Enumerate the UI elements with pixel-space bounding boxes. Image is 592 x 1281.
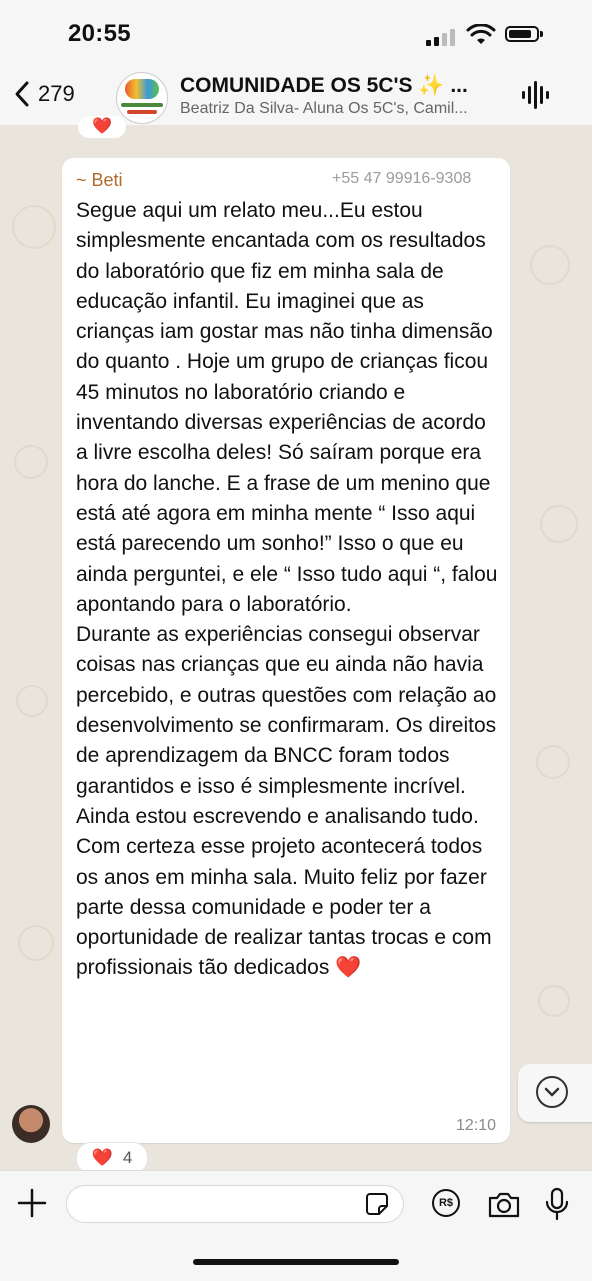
scroll-to-bottom-button[interactable]	[518, 1064, 592, 1122]
message-body: Segue aqui um relato meu...Eu estou simp…	[76, 199, 498, 980]
battery-icon	[505, 26, 543, 42]
group-title[interactable]: COMUNIDADE OS 5C'S ✨ ...	[180, 74, 500, 98]
unread-count: 279	[38, 81, 75, 106]
back-button[interactable]: 279	[14, 80, 75, 108]
status-bar: 20:55	[0, 0, 592, 66]
heart-reaction-icon: ❤️	[91, 1148, 113, 1167]
message-input[interactable]	[66, 1185, 404, 1223]
cellular-signal-icon	[426, 28, 458, 46]
home-indicator	[193, 1259, 399, 1265]
message-text: Segue aqui um relato meu...Eu estou simp…	[76, 196, 500, 984]
heart-emoji: ❤️	[335, 956, 362, 980]
status-time: 20:55	[68, 20, 131, 47]
composer-bar: R$	[0, 1170, 592, 1281]
plus-icon[interactable]	[16, 1187, 48, 1219]
heart-reaction-icon: ❤️	[92, 118, 112, 135]
back-chevron-icon	[15, 81, 29, 107]
message-time: 12:10	[455, 1117, 496, 1134]
previous-message-reaction[interactable]: ❤️	[78, 116, 126, 138]
reaction-count: 4	[122, 1148, 133, 1167]
payment-rs-icon[interactable]: R$	[432, 1189, 460, 1217]
message-bubble[interactable]: ~ Beti +55 47 99916-9308 Segue aqui um r…	[62, 158, 510, 1143]
wifi-icon	[466, 24, 496, 44]
group-members[interactable]: Beatriz Da Silva- Aluna Os 5C's, Camil..…	[180, 100, 500, 118]
sender-avatar[interactable]	[12, 1105, 50, 1143]
group-avatar[interactable]	[116, 72, 168, 124]
audio-wave-icon[interactable]	[520, 80, 550, 110]
camera-icon[interactable]	[487, 1191, 521, 1219]
sticker-icon[interactable]	[365, 1192, 389, 1216]
sender-name[interactable]: ~ Beti	[76, 170, 123, 191]
sender-phone[interactable]: +55 47 99916-9308	[332, 170, 471, 188]
chevron-down-icon	[536, 1076, 568, 1108]
microphone-icon[interactable]	[544, 1187, 570, 1221]
